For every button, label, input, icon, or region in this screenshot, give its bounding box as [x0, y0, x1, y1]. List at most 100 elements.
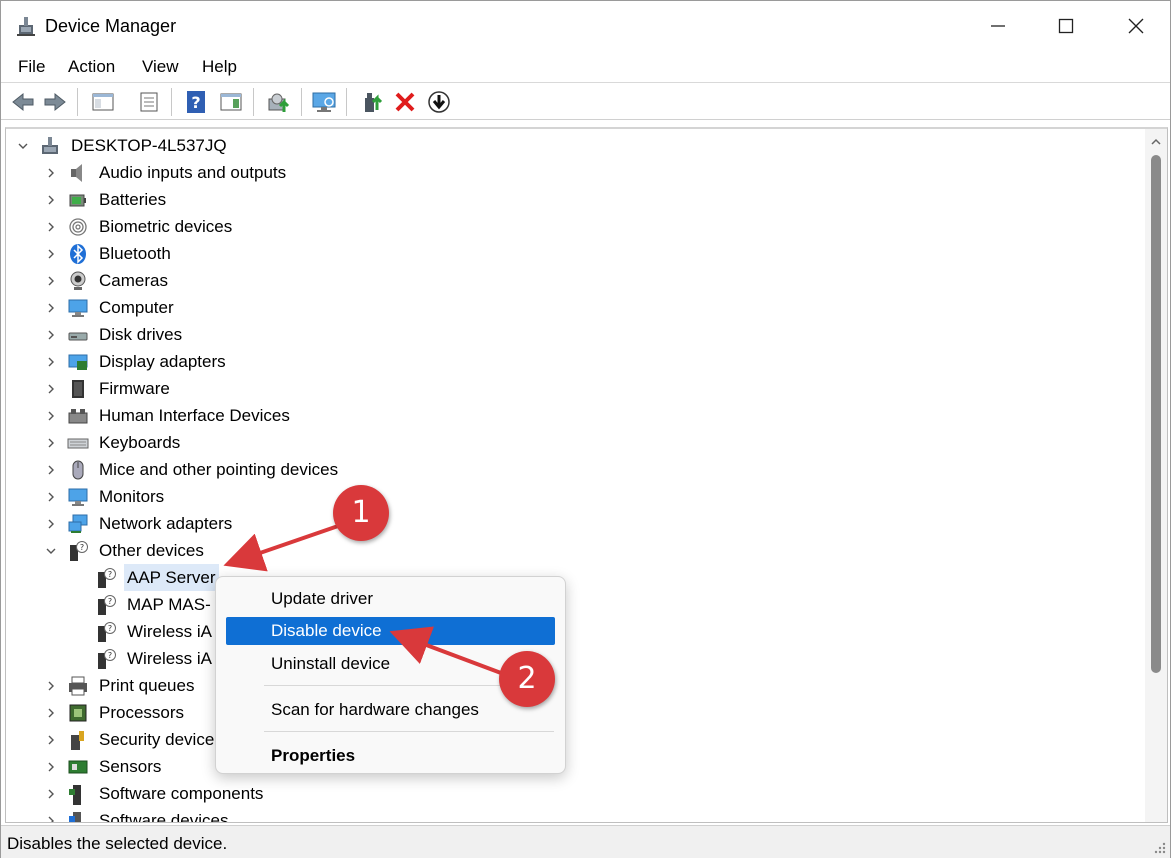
tree-category[interactable]: Sensors [6, 753, 1144, 780]
maximize-icon [1058, 18, 1074, 34]
enable-device-icon [365, 93, 383, 112]
uninstall-button[interactable] [391, 88, 419, 116]
bluetooth-icon [70, 244, 86, 264]
tree-category[interactable]: ? Other devices [6, 537, 1144, 564]
tree-category[interactable]: Disk drives [6, 321, 1144, 348]
chevron-right-icon[interactable] [44, 814, 58, 823]
chevron-right-icon[interactable] [44, 490, 58, 504]
security-device-icon [71, 731, 84, 750]
chevron-right-icon[interactable] [44, 787, 58, 801]
help-button[interactable]: ? [182, 88, 210, 116]
tree-category-label: Audio inputs and outputs [99, 163, 287, 182]
toolbar-separator [171, 88, 172, 116]
vertical-scrollbar[interactable] [1145, 129, 1167, 822]
tree-category-label: Processors [99, 703, 185, 722]
tree-category[interactable]: Processors [6, 699, 1144, 726]
annotation-badge-2: 2 [499, 651, 555, 707]
menu-scan-hardware[interactable]: Scan for hardware changes [226, 696, 555, 724]
tree-device[interactable]: ? MAP MAS- [6, 591, 1144, 618]
tree-category[interactable]: Batteries [6, 186, 1144, 213]
tree-category[interactable]: Computer [6, 294, 1144, 321]
enable-device-button[interactable] [358, 88, 386, 116]
device-tree[interactable]: DESKTOP-4L537JQ Audio inputs and outputs B… [5, 127, 1168, 823]
processor-icon [69, 704, 87, 722]
tree-category-label: Batteries [99, 190, 167, 209]
menu-disable-device[interactable]: Disable device [226, 617, 555, 645]
tree-root[interactable]: DESKTOP-4L537JQ [6, 132, 1144, 159]
speaker-icon [71, 164, 82, 182]
toolbar-separator [77, 88, 78, 116]
tree-category[interactable]: Display adapters [6, 348, 1144, 375]
menu-update-driver[interactable]: Update driver [226, 585, 555, 613]
scan-hardware-button[interactable] [310, 88, 338, 116]
tree-category[interactable]: Cameras [6, 267, 1144, 294]
tree-category[interactable]: Biometric devices [6, 213, 1144, 240]
tree-category[interactable]: Software devices [6, 807, 1144, 823]
chevron-right-icon[interactable] [44, 166, 58, 180]
chevron-right-icon[interactable] [44, 382, 58, 396]
resize-grip-icon[interactable] [1152, 840, 1166, 854]
disable-device-button[interactable] [425, 88, 453, 116]
update-driver-button[interactable] [265, 88, 293, 116]
chevron-right-icon[interactable] [44, 436, 58, 450]
tree-category[interactable]: Audio inputs and outputs [6, 159, 1144, 186]
camera-icon [70, 271, 86, 290]
tree-category[interactable]: Human Interface Devices [6, 402, 1144, 429]
tree-category[interactable]: Keyboards [6, 429, 1144, 456]
tree-category[interactable]: Software components [6, 780, 1144, 807]
chevron-right-icon[interactable] [44, 760, 58, 774]
tree-category[interactable]: Network adapters [6, 510, 1144, 537]
software-device-icon [69, 812, 81, 822]
tree-root-label: DESKTOP-4L537JQ [71, 136, 227, 155]
close-button[interactable] [1101, 1, 1171, 51]
back-button[interactable] [9, 88, 37, 116]
tree-category[interactable]: Security device [6, 726, 1144, 753]
menu-view[interactable]: View [138, 55, 183, 79]
chevron-right-icon[interactable] [44, 193, 58, 207]
chevron-right-icon[interactable] [44, 517, 58, 531]
properties-sheet-icon [140, 92, 158, 112]
menu-properties[interactable]: Properties [226, 742, 555, 770]
tree-category[interactable]: Print queues [6, 672, 1144, 699]
tree-category[interactable]: Monitors [6, 483, 1144, 510]
chevron-right-icon[interactable] [44, 355, 58, 369]
chevron-right-icon[interactable] [44, 409, 58, 423]
chevron-right-icon[interactable] [44, 220, 58, 234]
scroll-up-icon[interactable] [1151, 137, 1161, 147]
minimize-button[interactable] [963, 1, 1033, 51]
tree-category[interactable]: Bluetooth [6, 240, 1144, 267]
forward-button[interactable] [41, 88, 69, 116]
show-hide-tree-button[interactable] [89, 88, 117, 116]
chevron-right-icon[interactable] [44, 733, 58, 747]
unknown-device-icon: ? [70, 541, 88, 561]
maximize-button[interactable] [1031, 1, 1101, 51]
unknown-device-icon: ? [98, 622, 116, 642]
printer-icon [69, 676, 87, 696]
toolbar-separator [346, 88, 347, 116]
menu-file[interactable]: File [14, 55, 49, 79]
unknown-device-icon: ? [98, 649, 116, 669]
properties-sheet-button[interactable] [135, 88, 163, 116]
menu-separator [264, 731, 554, 732]
chevron-right-icon[interactable] [44, 706, 58, 720]
chevron-right-icon[interactable] [44, 679, 58, 693]
title-bar[interactable]: Device Manager [1, 1, 1170, 51]
menu-action[interactable]: Action [64, 55, 119, 79]
chevron-right-icon[interactable] [44, 247, 58, 261]
chevron-right-icon[interactable] [44, 463, 58, 477]
tree-device[interactable]: ? Wireless iA [6, 618, 1144, 645]
menu-help[interactable]: Help [198, 55, 241, 79]
chevron-right-icon[interactable] [44, 328, 58, 342]
chevron-right-icon[interactable] [44, 274, 58, 288]
chevron-down-icon[interactable] [44, 544, 58, 558]
chevron-right-icon[interactable] [44, 301, 58, 315]
chevron-down-icon[interactable] [16, 139, 30, 153]
toolbar-separator [301, 88, 302, 116]
scrollbar-thumb[interactable] [1151, 155, 1161, 673]
tree-device[interactable]: ? Wireless iA [6, 645, 1144, 672]
network-adapter-icon [68, 514, 88, 533]
tree-category[interactable]: Firmware [6, 375, 1144, 402]
action-pane-button[interactable] [217, 88, 245, 116]
tree-category[interactable]: Mice and other pointing devices [6, 456, 1144, 483]
tree-device[interactable]: ? AAP Server [6, 564, 1144, 591]
